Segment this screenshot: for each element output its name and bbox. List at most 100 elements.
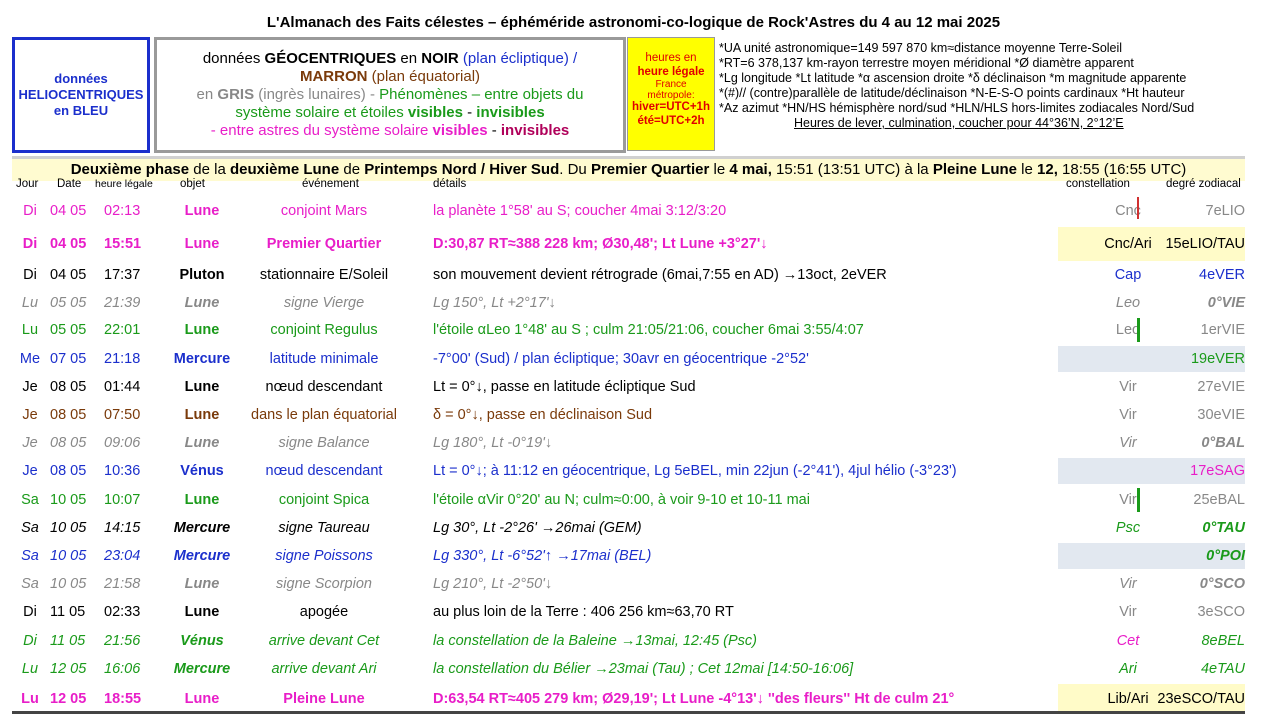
cell-event: signe Scorpion	[276, 576, 372, 592]
table-row: Je 08 05 09:06 Lune signe Balance Lg 180°, Lt…	[12, 429, 1245, 457]
cell-day: Sa	[21, 576, 39, 592]
header-object: objet	[180, 178, 205, 190]
cell-event: apogée	[299, 604, 349, 620]
table-row: Di 04 05 17:37 Pluton stationnaire E/Soleil s…	[12, 260, 1245, 290]
cell-event: signe Balance	[278, 435, 370, 451]
header-event: événement	[302, 178, 359, 190]
cell-details: la constellation du Bélier →23mai (Tau) …	[433, 661, 854, 677]
cell-event: signe Taureau	[278, 520, 370, 536]
cell-event: Premier Quartier	[266, 236, 382, 252]
cell-date: 10 05	[50, 548, 87, 564]
table-row: Sa 10 05 21:58 Lune signe Scorpion Lg 210°, L…	[12, 570, 1245, 598]
legal-line: été=UTC+2h	[637, 114, 705, 127]
cell-details: Lg 180°, Lt -0°19'↓	[433, 435, 553, 451]
cell-hour: 23:04	[104, 548, 141, 564]
cell-hour: 15:51	[104, 236, 142, 252]
cell-date: 04 05	[50, 203, 87, 219]
header-zodiac-degree: degré zodiacal	[1166, 178, 1241, 190]
table-row: Je 08 05 10:36 Vénus nœud descendant Lt = 0°↓…	[12, 457, 1245, 485]
cell-day: Lu	[21, 661, 39, 677]
note-line: *Lg longitude *Lt latitude *α ascension …	[719, 71, 1187, 85]
cell-date: 12 05	[50, 691, 87, 707]
cell-date: 11 05	[50, 604, 86, 620]
cell-details: Lg 30°, Lt -2°26' →26mai (GEM)	[433, 520, 642, 536]
cell-event: arrive devant Ari	[271, 661, 377, 677]
cell-hour: 02:13	[104, 203, 141, 219]
cell-day: Me	[19, 351, 41, 367]
table-row: Di 11 05 02:33 Lune apogée au plus loin de la…	[12, 598, 1245, 626]
cell-details: Lg 150°, Lt +2°17'↓	[433, 295, 556, 311]
cell-details: Lg 330°, Lt -6°52'↑ →17mai (BEL)	[433, 548, 652, 564]
cell-details: au plus loin de la Terre : 406 256 km≈63…	[433, 604, 734, 620]
cell-zodiac-degree: 3eSCO	[1197, 604, 1245, 620]
cell-day: Lu	[21, 322, 39, 338]
cell-zodiac-degree: 0°SCO	[1199, 576, 1245, 592]
legal-time-box: heures en heure légale France métropole:…	[627, 37, 715, 151]
cell-zodiac-degree: 27eVIE	[1197, 379, 1245, 395]
cell-day: Sa	[21, 548, 39, 564]
cell-zodiac-degree: 25eBAL	[1193, 492, 1245, 508]
cell-details: la constellation de la Baleine →13mai, 1…	[433, 633, 758, 649]
note-line: *Az azimut *HN/HS hémisphère nord/sud *H…	[719, 101, 1195, 115]
table-row: Je 08 05 07:50 Lune dans le plan équatorial δ…	[12, 401, 1245, 429]
legal-line: France	[655, 79, 687, 90]
cell-hour: 10:36	[104, 463, 141, 479]
cell-zodiac-degree: 23eSCO/TAU	[1157, 691, 1245, 707]
note-line: *UA unité astronomique=149 597 870 km≈di…	[719, 41, 1123, 55]
cell-day: Lu	[21, 691, 39, 707]
legal-line: heures en	[645, 52, 697, 64]
cell-zodiac-degree: 0°VIE	[1207, 295, 1245, 311]
cell-day: Sa	[21, 520, 39, 536]
table-row: Lu 12 05 18:55 Lune Pleine Lune D:63,54 RT≈40…	[12, 684, 1245, 714]
cell-event: conjoint Spica	[278, 492, 370, 508]
cell-zodiac-degree: 17eSAG	[1190, 463, 1245, 479]
cell-details: la planète 1°58' au S; coucher 4mai 3:12…	[433, 203, 727, 219]
cell-hour: 21:18	[104, 351, 141, 367]
legal-line: heure légale	[637, 65, 705, 78]
cell-hour: 21:58	[104, 576, 141, 592]
table-row: Me 07 05 21:18 Mercure latitude minimale -7°0…	[12, 345, 1245, 373]
cell-day: Di	[22, 236, 38, 252]
cell-hour: 16:06	[104, 661, 141, 677]
cell-zodiac-degree: 4eTAU	[1200, 661, 1245, 677]
cell-details: l'étoile αVir 0°20' au N; culm≈0:00, à v…	[433, 492, 810, 508]
cell-day: Di	[23, 633, 37, 649]
abbreviations-notes: *UA unité astronomique=149 597 870 km≈di…	[719, 41, 1259, 157]
cell-date: 11 05	[50, 633, 86, 649]
cell-day: Je	[22, 435, 38, 451]
cell-day: Di	[23, 267, 37, 283]
header-day: Jour	[16, 178, 39, 190]
cell-date: 08 05	[50, 463, 87, 479]
cell-day: Je	[22, 407, 38, 423]
cell-date: 08 05	[50, 435, 87, 451]
cell-zodiac-degree: 19eVER	[1190, 351, 1245, 367]
page-title: L'Almanach des Faits célestes – éphéméri…	[266, 14, 1001, 31]
legal-line: hiver=UTC+1h	[632, 101, 710, 113]
cell-zodiac-degree: 8eBEL	[1201, 633, 1245, 649]
table-row: Lu 12 05 16:06 Mercure arrive devant Ari la c…	[12, 655, 1245, 683]
cell-event: arrive devant Cet	[268, 633, 380, 649]
cell-date: 08 05	[50, 407, 87, 423]
table-row: Sa 10 05 10:07 Lune conjoint Spica l'étoile α…	[12, 486, 1245, 514]
cell-hour: 07:50	[104, 407, 141, 423]
legend-line-1: données GÉOCENTRIQUES en NOIR (plan écli…	[202, 50, 578, 67]
table-row: Lu 05 05 22:01 Lune conjoint Regulus l'étoile…	[12, 316, 1245, 344]
cell-details: Lt = 0°↓; à 11:12 en géocentrique, Lg 5e…	[433, 463, 957, 479]
heliocentric-legend: données HELIOCENTRIQUES en BLEU	[12, 37, 150, 153]
green-marker	[1137, 318, 1140, 342]
cell-details: D:30,87 RT≈388 228 km; Ø30,48'; Lt Lune …	[433, 236, 768, 252]
table-row: Sa 10 05 14:15 Mercure signe Taureau Lg 30°, …	[12, 514, 1245, 542]
cell-details: -7°00' (Sud) / plan écliptique; 30avr en…	[433, 351, 809, 367]
cell-date: 07 05	[50, 351, 87, 367]
cell-hour: 02:33	[104, 604, 141, 620]
cell-event: conjoint Regulus	[270, 322, 378, 338]
cell-date: 10 05	[50, 576, 87, 592]
table-row: Je 08 05 01:44 Lune nœud descendant Lt = 0°↓,…	[12, 373, 1245, 401]
cell-date: 04 05	[50, 267, 87, 283]
cell-event: latitude minimale	[269, 351, 379, 367]
cell-hour: 01:44	[104, 379, 141, 395]
note-line: *RT=6 378,137 km-rayon terrestre moyen m…	[719, 56, 1134, 70]
geocentric-legend: données GÉOCENTRIQUES en NOIR (plan écli…	[154, 37, 626, 153]
cell-day: Di	[23, 203, 37, 219]
legal-line: métropole:	[647, 90, 695, 101]
